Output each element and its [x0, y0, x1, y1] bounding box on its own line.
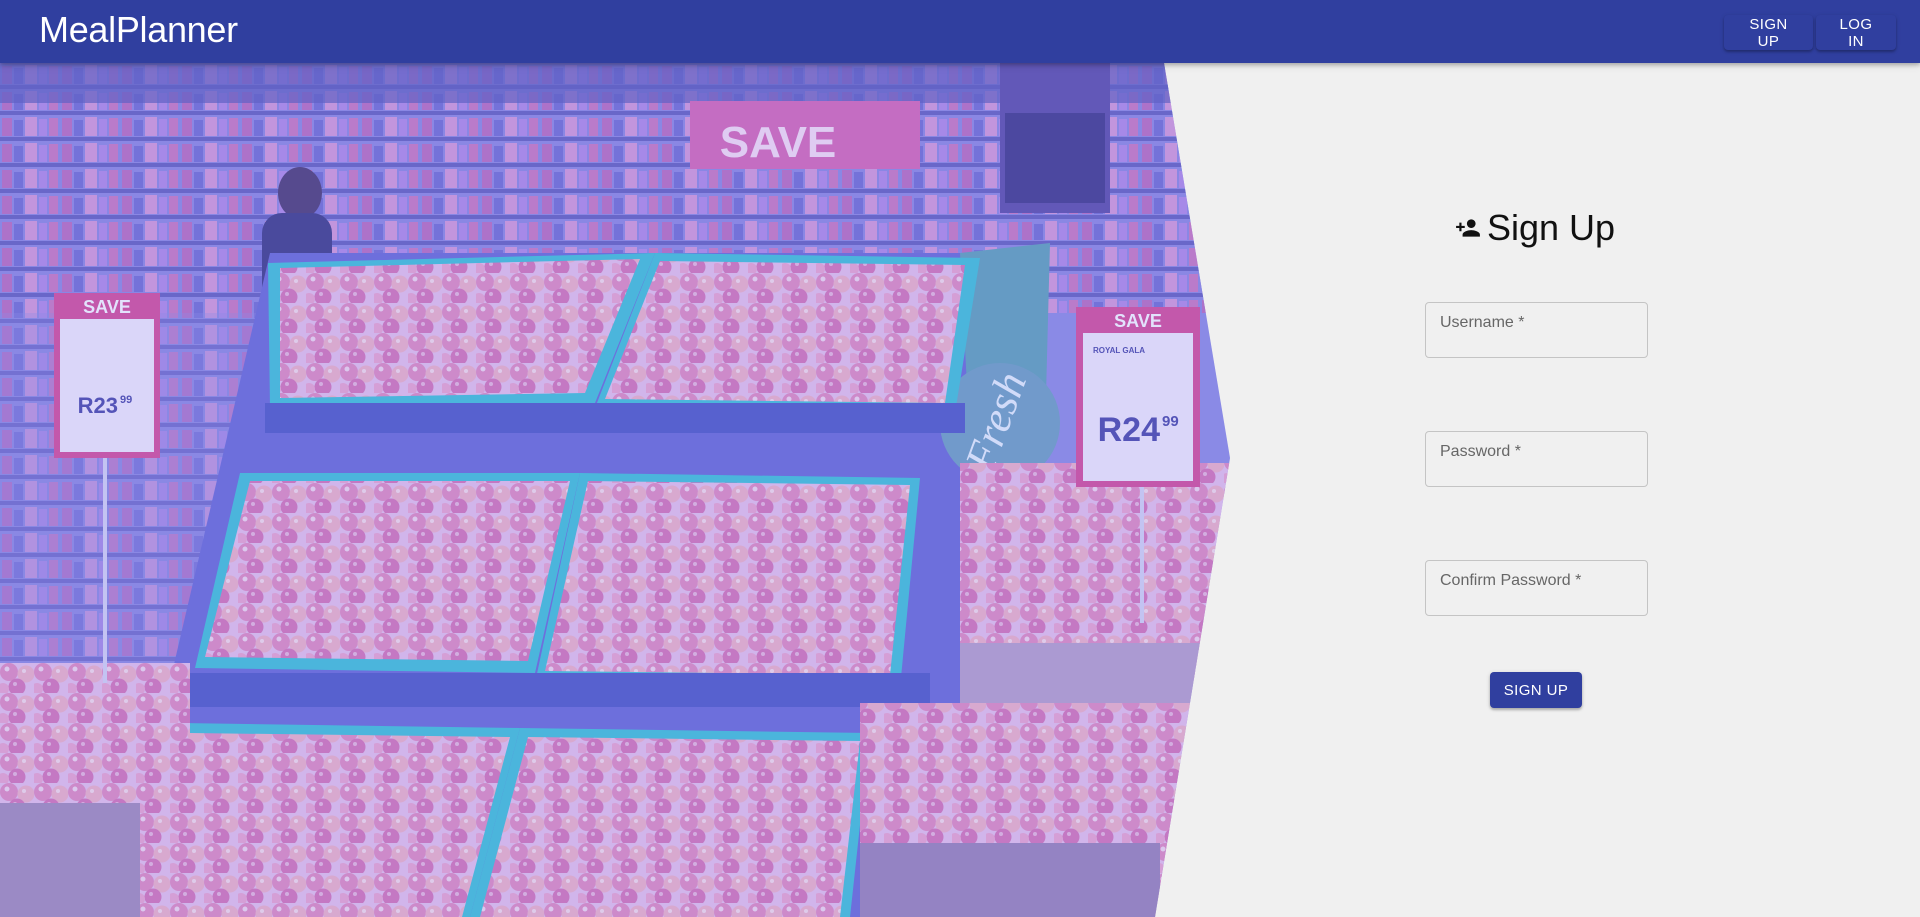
hero-image: SAVE Fresh SAVE R23 99 SAVE ROYAL GALA R…	[0, 63, 1230, 917]
nav-signup-button[interactable]: SIGN UP	[1724, 15, 1813, 50]
person-add-icon	[1456, 219, 1480, 237]
nav-login-button[interactable]: LOG IN	[1816, 15, 1896, 50]
app-bar: MealPlanner SIGN UP LOG IN	[0, 0, 1920, 63]
password-field[interactable]: Password *	[1425, 431, 1648, 487]
confirm-password-input[interactable]	[1426, 561, 1647, 615]
username-input[interactable]	[1426, 303, 1647, 357]
password-input[interactable]	[1426, 432, 1647, 486]
app-title[interactable]: MealPlanner	[39, 9, 238, 51]
username-field[interactable]: Username *	[1425, 302, 1648, 358]
confirm-password-field[interactable]: Confirm Password *	[1425, 560, 1648, 616]
page-title: Sign Up	[1487, 207, 1616, 248]
signup-heading: Sign Up	[1455, 207, 1615, 249]
signup-submit-button[interactable]: SIGN UP	[1490, 672, 1582, 708]
